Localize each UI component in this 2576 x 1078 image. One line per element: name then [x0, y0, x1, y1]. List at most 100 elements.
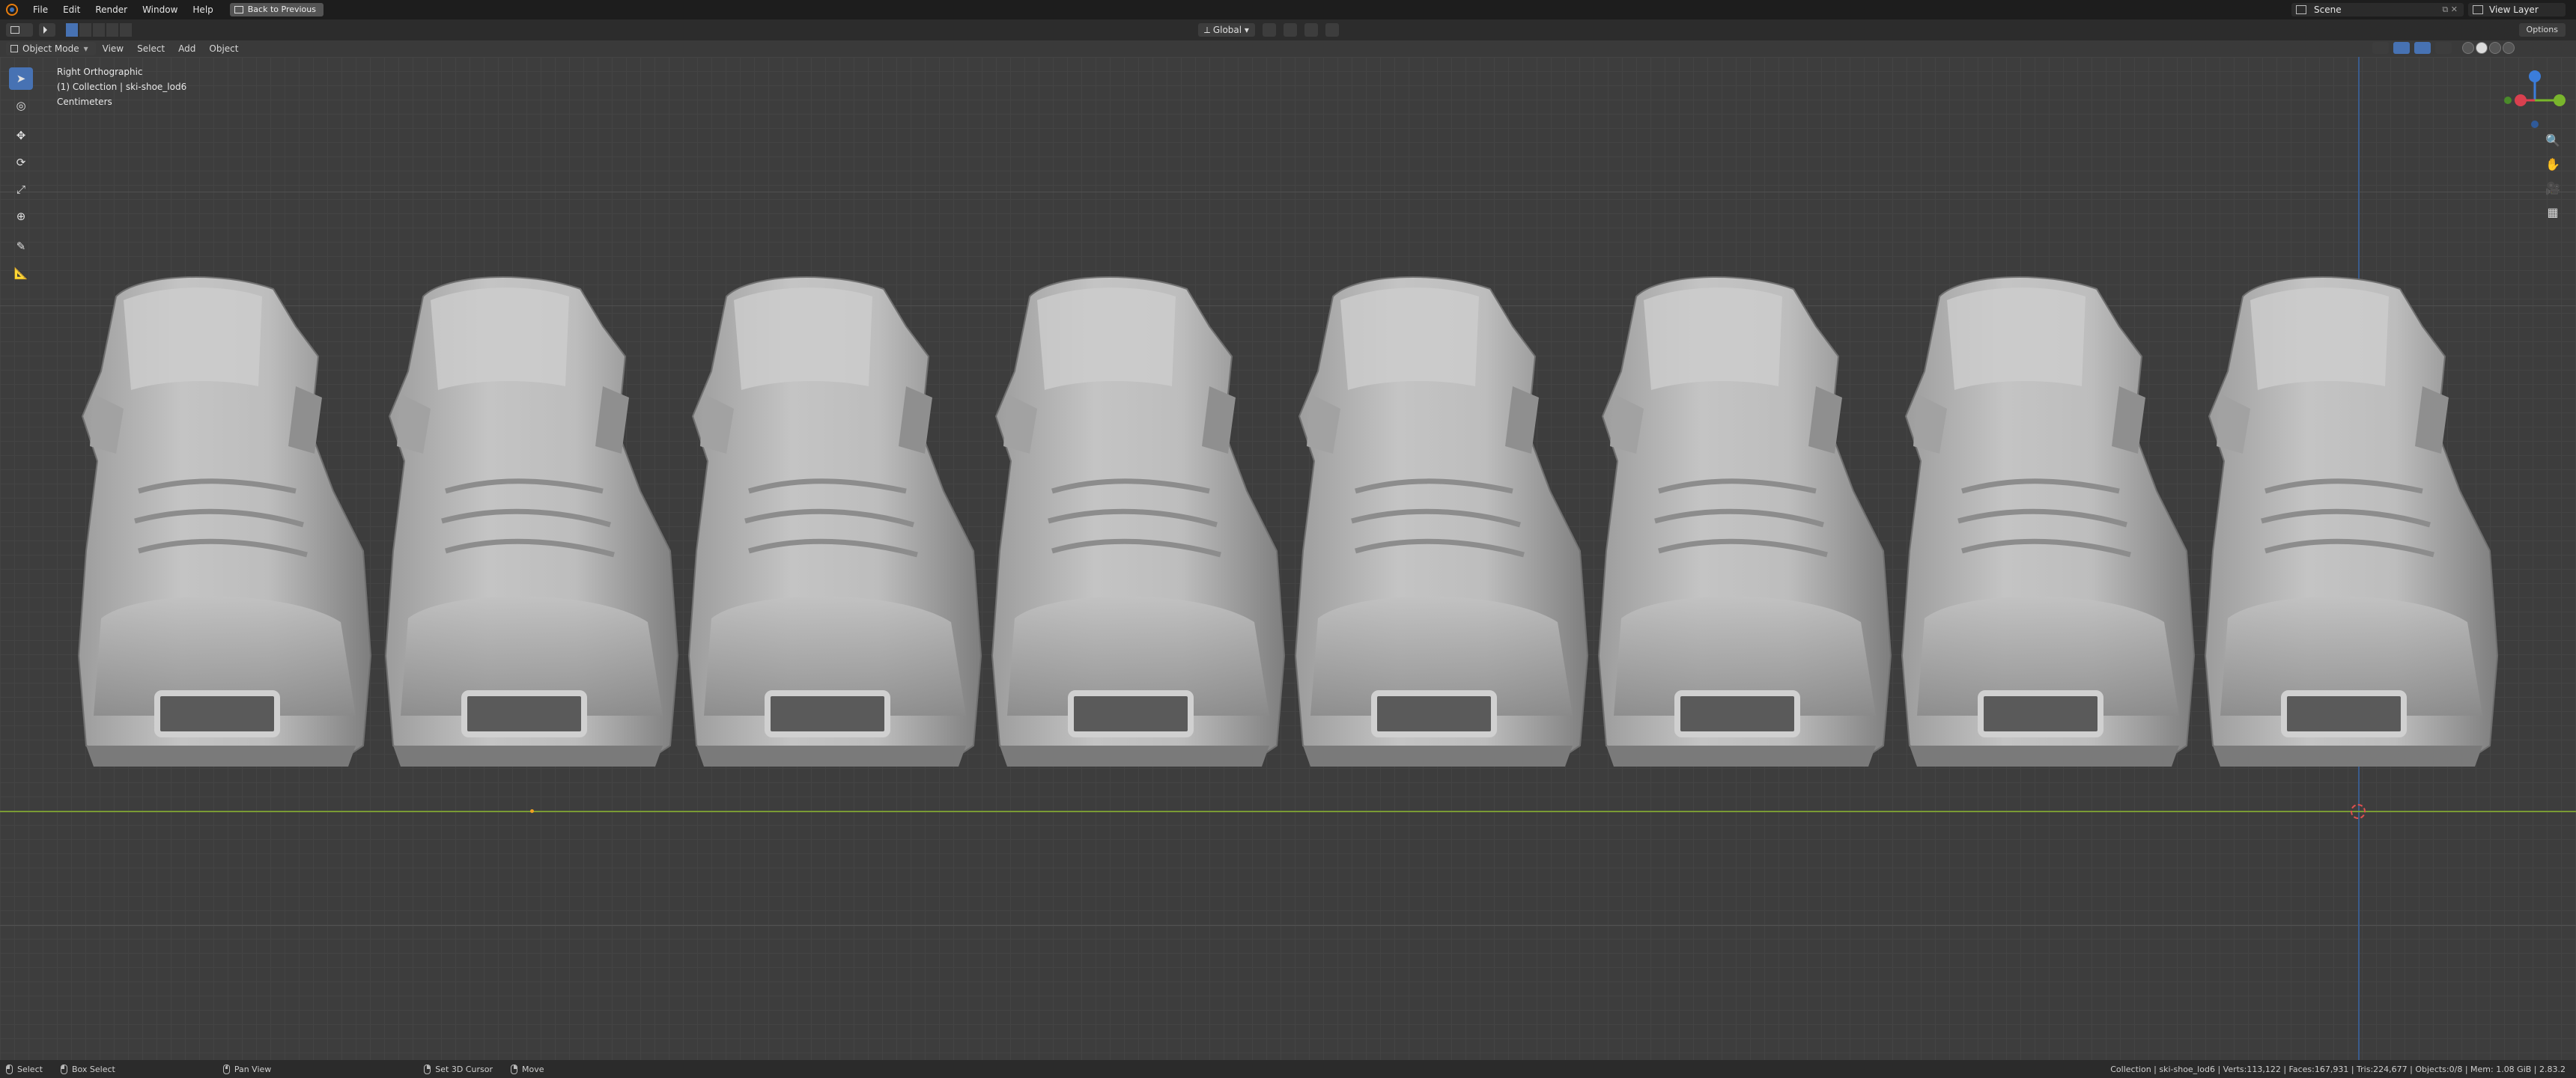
xray-icon[interactable]: [2435, 42, 2452, 54]
boot-lod-row: [0, 57, 2576, 1060]
gizmo-toggle-icon[interactable]: [2393, 42, 2410, 54]
add-menu[interactable]: Add: [171, 43, 202, 54]
snap-target-icon[interactable]: [1304, 23, 1318, 37]
move-tool-icon[interactable]: ✥: [9, 124, 33, 147]
back-to-previous-label: Back to Previous: [247, 4, 316, 14]
mode-invert-icon[interactable]: [106, 23, 118, 37]
viewport-header: ⟂ Global ▾ Options: [0, 19, 2576, 40]
scene-selector[interactable]: Scene ⧉ ✕: [2291, 3, 2464, 16]
rotate-tool-icon[interactable]: ⟳: [9, 151, 33, 174]
boot-lod-1[interactable]: [79, 277, 371, 767]
tool-shelf: ➤ ◎ ✥ ⟳ ⤢ ⊕ ✎ 📐: [9, 67, 33, 289]
overlay-toggle-icon[interactable]: [2414, 42, 2431, 54]
status-pan-view-label: Pan View: [234, 1064, 272, 1074]
view-menu[interactable]: View: [96, 43, 130, 54]
options-dropdown[interactable]: Options: [2518, 23, 2566, 37]
transform-tool-icon[interactable]: ⊕: [9, 205, 33, 228]
wireframe-shading-icon[interactable]: [2462, 42, 2474, 54]
menu-render[interactable]: Render: [88, 0, 135, 19]
measure-tool-icon[interactable]: 📐: [9, 262, 33, 284]
object-mode-label: Object Mode: [22, 43, 79, 54]
y-axis-ground-line: [0, 811, 2576, 812]
viewport-display-controls: [2372, 42, 2515, 54]
view-name: Right Orthographic: [57, 67, 143, 77]
mode-intersect-icon[interactable]: [120, 23, 132, 37]
3d-cursor-icon[interactable]: [2351, 804, 2366, 819]
visibility-icon[interactable]: [2372, 42, 2389, 54]
view-layer-name: View Layer: [2489, 4, 2539, 15]
menu-edit[interactable]: Edit: [55, 0, 88, 19]
boot-lod-3[interactable]: [689, 277, 981, 767]
navigation-gizmo[interactable]: [2501, 63, 2569, 130]
select-tool-button[interactable]: [39, 23, 55, 37]
status-set-cursor: Set 3D Cursor: [418, 1064, 505, 1074]
camera-view-icon[interactable]: 🎥: [2543, 180, 2563, 196]
boot-lod-6[interactable]: [1599, 277, 1891, 767]
boot-lod-5[interactable]: [1295, 277, 1588, 767]
transform-orientation-label: Global: [1212, 25, 1242, 35]
status-select-label: Select: [17, 1064, 43, 1074]
scene-icon: [2296, 5, 2306, 14]
view-layer-selector[interactable]: View Layer: [2468, 3, 2566, 16]
axis-gizmo-icon: [2504, 70, 2566, 128]
mode-subtract-icon[interactable]: [93, 23, 105, 37]
zoom-icon[interactable]: 🔍: [2543, 132, 2563, 148]
mode-set-icon[interactable]: [66, 23, 78, 37]
mouse-right-icon: [510, 1064, 517, 1074]
status-pan-view: Pan View: [217, 1064, 283, 1074]
transform-orientation-dropdown[interactable]: ⟂ Global ▾: [1198, 23, 1255, 37]
collection-info: (1) Collection | ski-shoe_lod6: [57, 82, 187, 92]
proportional-edit-icon[interactable]: [1325, 23, 1339, 37]
boot-lod-2[interactable]: [386, 277, 678, 767]
solid-shading-icon[interactable]: [2476, 42, 2488, 54]
top-menu-bar: File Edit Render Window Help Back to Pre…: [0, 0, 2576, 19]
cursor-tool-icon[interactable]: ◎: [9, 94, 33, 117]
boot-lod-7[interactable]: [1902, 277, 2194, 767]
scale-tool-icon[interactable]: ⤢: [9, 178, 33, 201]
annotate-tool-icon[interactable]: ✎: [9, 235, 33, 258]
boot-lod-4[interactable]: [992, 277, 1284, 767]
blender-logo-icon[interactable]: [6, 4, 18, 16]
menu-file[interactable]: File: [25, 0, 55, 19]
object-origin-dot: [530, 809, 534, 813]
back-to-previous-button[interactable]: Back to Previous: [229, 3, 323, 16]
select-box-tool-icon[interactable]: ➤: [9, 67, 33, 90]
object-menu[interactable]: Object: [202, 43, 245, 54]
editor-type-button[interactable]: [6, 23, 33, 37]
3d-viewport[interactable]: Right Orthographic (1) Collection | ski-…: [0, 57, 2576, 1060]
status-bar: Select Box Select Pan View Set 3D Cursor…: [0, 1060, 2576, 1078]
view-layer-icon: [2473, 5, 2483, 14]
mouse-right-icon: [424, 1064, 431, 1074]
rendered-shading-icon[interactable]: [2503, 42, 2515, 54]
mouse-middle-icon: [222, 1064, 230, 1074]
snap-icon[interactable]: [1283, 23, 1297, 37]
navigation-buttons: 🔍 ✋ 🎥 ▦: [2543, 132, 2563, 220]
boot-lod-8[interactable]: [2205, 277, 2497, 767]
select-menu[interactable]: Select: [130, 43, 171, 54]
selection-mode-group: [66, 23, 132, 37]
shading-mode-group: [2462, 42, 2515, 54]
mode-row: Object Mode View Select Add Object: [0, 40, 245, 57]
units-label: Centimeters: [57, 97, 112, 107]
scene-new-icon[interactable]: ⧉ ✕: [2442, 4, 2458, 15]
transform-tools: ⟂ Global ▾: [1198, 23, 1339, 37]
status-move-label: Move: [521, 1064, 544, 1074]
scene-name: Scene: [2314, 4, 2342, 15]
status-set-cursor-label: Set 3D Cursor: [435, 1064, 493, 1074]
ortho-grid-icon[interactable]: ▦: [2543, 204, 2563, 220]
menu-help[interactable]: Help: [185, 0, 220, 19]
screen-icon: [234, 6, 243, 13]
status-box-select-label: Box Select: [71, 1064, 115, 1074]
object-mode-dropdown[interactable]: Object Mode: [6, 42, 96, 55]
scene-statistics: Collection | ski-shoe_lod6 | Verts:113,1…: [2110, 1064, 2566, 1074]
menu-window[interactable]: Window: [135, 0, 185, 19]
mouse-left-icon: [60, 1064, 67, 1074]
mouse-left-icon: [6, 1064, 13, 1074]
status-select: Select: [0, 1064, 55, 1074]
pivot-point-icon[interactable]: [1262, 23, 1276, 37]
pan-hand-icon[interactable]: ✋: [2543, 156, 2563, 172]
status-box-select: Box Select: [55, 1064, 127, 1074]
viewport-info-overlay: Right Orthographic (1) Collection | ski-…: [57, 64, 186, 109]
material-shading-icon[interactable]: [2489, 42, 2501, 54]
mode-extend-icon[interactable]: [79, 23, 91, 37]
